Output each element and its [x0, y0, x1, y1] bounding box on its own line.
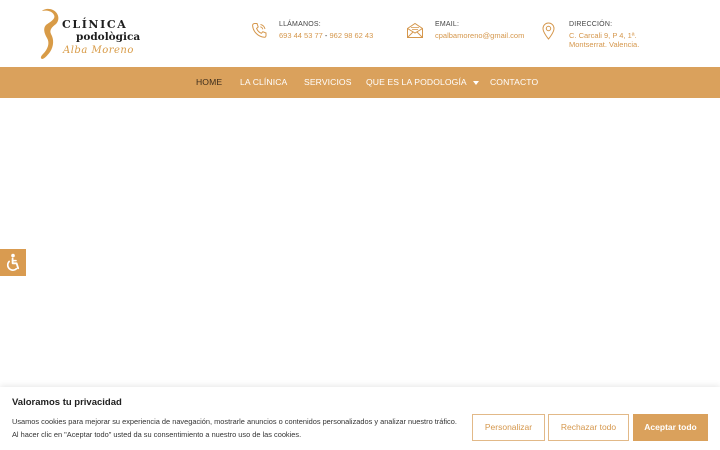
cookie-title: Valoramos tu privacidad — [12, 397, 122, 408]
phone-number-1[interactable]: 693 44 53 77 — [279, 31, 323, 40]
accessibility-icon — [6, 253, 20, 271]
cookie-consent-banner: Valoramos tu privacidad Usamos cookies p… — [0, 387, 720, 450]
email-value[interactable]: cpalbamoreno@gmail.com — [435, 31, 524, 40]
phone-separator: - — [324, 31, 328, 40]
address-line-1: C. Carcali 9, P 4, 1ª. — [569, 31, 637, 40]
phone-icon — [252, 23, 267, 38]
customize-button[interactable]: Personalizar — [472, 414, 545, 441]
site-header: CLÍNICA podològica Alba Moreno LLÁMANOS:… — [0, 0, 720, 67]
reject-all-button[interactable]: Rechazar todo — [548, 414, 629, 441]
nav-item-que-es-la-podologia-label: QUE ES LA PODOLOGÍA — [366, 77, 467, 87]
logo-line-podologica: podològica — [76, 31, 141, 43]
address-value: C. Carcali 9, P 4, 1ª. Montserrat. Valen… — [569, 31, 639, 49]
mail-icon — [407, 22, 423, 38]
logo-line-name: Alba Moreno — [63, 45, 134, 56]
cookie-text: Usamos cookies para mejorar su experienc… — [12, 416, 472, 441]
phone-label: LLÁMANOS: — [279, 21, 321, 28]
cookie-text-line-2: Al hacer clic en "Aceptar todo" usted da… — [12, 429, 302, 439]
nav-item-home[interactable]: HOME — [196, 67, 222, 98]
address-label: DIRECCIÓN: — [569, 21, 613, 28]
email-label: EMAIL: — [435, 21, 460, 28]
phone-number-2[interactable]: 962 98 62 43 — [329, 31, 373, 40]
main-nav: HOME LA CLÍNICA SERVICIOS QUE ES LA PODO… — [0, 67, 720, 98]
nav-item-la-clinica[interactable]: LA CLÍNICA — [240, 67, 287, 98]
nav-item-contacto[interactable]: CONTACTO — [490, 67, 538, 98]
nav-item-que-es-la-podologia[interactable]: QUE ES LA PODOLOGÍA — [366, 67, 479, 98]
map-pin-icon — [542, 22, 555, 40]
accessibility-button[interactable] — [0, 249, 26, 276]
accept-all-button[interactable]: Aceptar todo — [633, 414, 708, 441]
address-line-2: Montserrat. Valencia. — [569, 40, 640, 49]
cookie-text-line-1: Usamos cookies para mejorar su experienc… — [12, 417, 457, 426]
nav-item-servicios[interactable]: SERVICIOS — [304, 67, 352, 98]
logo-line-clinica: CLÍNICA — [62, 18, 128, 31]
phone-numbers: 693 44 53 77 - 962 98 62 43 — [279, 31, 373, 40]
clinic-logo[interactable]: CLÍNICA podològica Alba Moreno — [38, 8, 143, 60]
chevron-down-icon — [472, 80, 479, 85]
